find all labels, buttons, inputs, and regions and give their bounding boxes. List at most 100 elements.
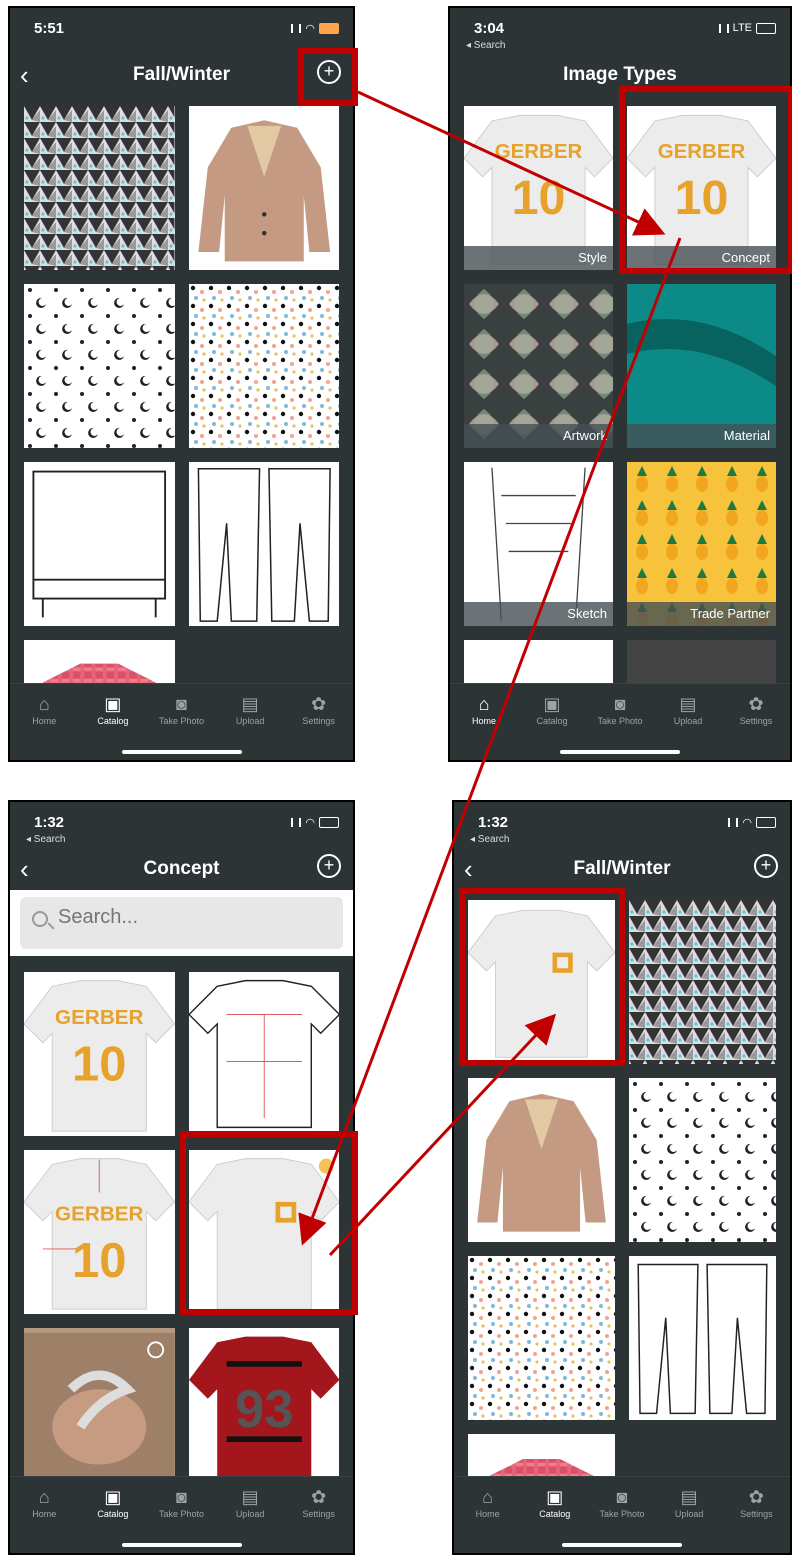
tile-tshirt-spec[interactable] [188, 972, 339, 1136]
back-to-app[interactable]: ◂ Search [470, 834, 509, 845]
tab-catalog[interactable]: ▣ Catalog [83, 1487, 143, 1519]
screen-fall-winter-2: 1:32 ◂ Search ◠ ‹ Fall/Winter + ⌂ Home ▣… [452, 800, 792, 1555]
page-title: Image Types [563, 64, 677, 85]
tab-take-photo[interactable]: ◙ Take Photo [592, 1487, 652, 1519]
tile-trade-partner[interactable]: Trade Partner [627, 462, 776, 626]
tile-label: Artwork [464, 424, 613, 448]
tile-triangle-pattern[interactable] [24, 106, 175, 270]
tab-catalog[interactable]: ▣ Catalog [522, 694, 582, 726]
tab-home[interactable]: ⌂ Home [454, 694, 514, 726]
page-title: Fall/Winter [133, 64, 230, 85]
tile-moon-pattern[interactable] [629, 1078, 776, 1242]
tshirt-logo-image [188, 1158, 339, 1310]
tab-catalog[interactable]: ▣ Catalog [83, 694, 143, 726]
tab-label: Settings [739, 716, 773, 726]
tile-jersey-gerber[interactable]: GERBER 10 [24, 972, 175, 1136]
status-time: 3:04 [474, 20, 505, 37]
home-icon: ⌂ [38, 694, 50, 714]
image-icon: ▣ [104, 694, 122, 714]
status-time: 5:51 [34, 20, 65, 37]
tile-jeans-sketch[interactable] [629, 1256, 776, 1420]
tab-home[interactable]: ⌂ Home [14, 1487, 74, 1519]
blazer-image [477, 1093, 606, 1232]
wifi-icon: ◠ [305, 23, 315, 35]
image-icon: ▣ [546, 1487, 564, 1507]
tab-settings[interactable]: ✿ Settings [726, 694, 786, 726]
tab-label: Settings [302, 1509, 335, 1519]
tile-artwork[interactable]: Artwork [464, 284, 613, 448]
tab-upload[interactable]: ▤ Upload [658, 694, 718, 726]
back-to-app[interactable]: ◂ Search [26, 834, 65, 845]
tab-label: Home [32, 1509, 57, 1519]
tile-dots-pattern[interactable] [468, 1256, 615, 1420]
tab-settings[interactable]: ✿ Settings [726, 1487, 786, 1519]
status-time: 1:32 [478, 814, 509, 831]
add-icon[interactable]: + [754, 854, 778, 878]
tab-take-photo[interactable]: ◙ Take Photo [590, 694, 650, 726]
tile-style[interactable]: GERBER 10 Style [464, 106, 613, 270]
tab-settings[interactable]: ✿ Settings [289, 694, 349, 726]
tile-sketch[interactable]: Sketch [464, 462, 613, 626]
image-icon: ▣ [104, 1487, 122, 1507]
signal-icon [718, 23, 729, 33]
tile-dots-pattern[interactable] [188, 284, 339, 448]
camera-icon: ◙ [614, 694, 626, 714]
wifi-icon: ◠ [742, 817, 752, 829]
screen-concept: 1:32 ◂ Search ◠ ‹ Concept + GERBER 10 [8, 800, 355, 1555]
upload-icon: ▤ [241, 1487, 259, 1507]
tile-jersey-measure[interactable]: GERBER 10 [24, 1150, 175, 1314]
search-field[interactable] [20, 897, 343, 949]
tile-blazer[interactable] [468, 1078, 615, 1242]
add-icon[interactable]: + [317, 60, 341, 84]
tab-take-photo[interactable]: ◙ Take Photo [151, 694, 211, 726]
tile-concept[interactable]: GERBER 10 Concept [627, 106, 776, 270]
status-icons: ◠ [291, 22, 339, 35]
tile-blazer[interactable] [188, 106, 339, 270]
tile-tshirt-logo-selected[interactable] [188, 1150, 339, 1314]
upload-icon: ▤ [679, 694, 697, 714]
tile-sweater-sketch[interactable] [24, 462, 175, 626]
jersey-brand: GERBER [658, 140, 746, 163]
signal-icon [728, 818, 739, 827]
tab-upload[interactable]: ▤ Upload [220, 1487, 280, 1519]
add-icon[interactable]: + [317, 854, 341, 878]
tab-bar: ⌂ Home ▣ Catalog ◙ Take Photo ▤ Upload ✿ Sett… [10, 683, 353, 760]
moon-pattern-image [24, 284, 175, 448]
tile-tshirt-logo-new[interactable] [468, 900, 615, 1064]
tab-home[interactable]: ⌂ Home [458, 1487, 518, 1519]
tab-upload[interactable]: ▤ Upload [220, 694, 280, 726]
hand-photo-image [24, 1332, 175, 1488]
tile-red-tee[interactable]: 93 [188, 1328, 339, 1492]
red-tee-image: 93 [188, 1336, 339, 1488]
tile-hand-photo[interactable] [24, 1328, 175, 1492]
blazer-image [197, 120, 330, 262]
home-indicator [562, 1543, 682, 1547]
image-grid [454, 900, 790, 1553]
tile-jeans-sketch[interactable] [188, 462, 339, 626]
jersey-image: GERBER 10 [24, 980, 175, 1132]
tile-material[interactable]: Material [627, 284, 776, 448]
moon-pattern-image [629, 1078, 776, 1242]
tab-upload[interactable]: ▤ Upload [659, 1487, 719, 1519]
home-indicator [121, 750, 242, 754]
nav-bar: ‹ Concept + [10, 848, 353, 892]
tile-triangle-pattern[interactable] [629, 900, 776, 1064]
tile-moon-pattern[interactable] [24, 284, 175, 448]
gear-icon: ✿ [311, 694, 327, 714]
battery-icon [319, 817, 339, 828]
battery-icon [756, 22, 776, 34]
tee-number: 93 [234, 1380, 293, 1439]
search-input[interactable] [56, 905, 310, 930]
tab-label: Upload [235, 1509, 265, 1519]
tab-settings[interactable]: ✿ Settings [289, 1487, 349, 1519]
tile-label: Style [464, 246, 613, 270]
tile-label: Concept [627, 246, 776, 270]
tab-take-photo[interactable]: ◙ Take Photo [151, 1487, 211, 1519]
tab-catalog[interactable]: ▣ Catalog [525, 1487, 585, 1519]
status-bar: 1:32 ◂ Search ◠ [10, 802, 353, 848]
tile-label: Sketch [464, 602, 613, 626]
battery-icon [319, 23, 339, 34]
tab-label: Home [32, 716, 57, 726]
tab-home[interactable]: ⌂ Home [14, 694, 74, 726]
back-to-app[interactable]: ◂ Search [466, 40, 505, 51]
